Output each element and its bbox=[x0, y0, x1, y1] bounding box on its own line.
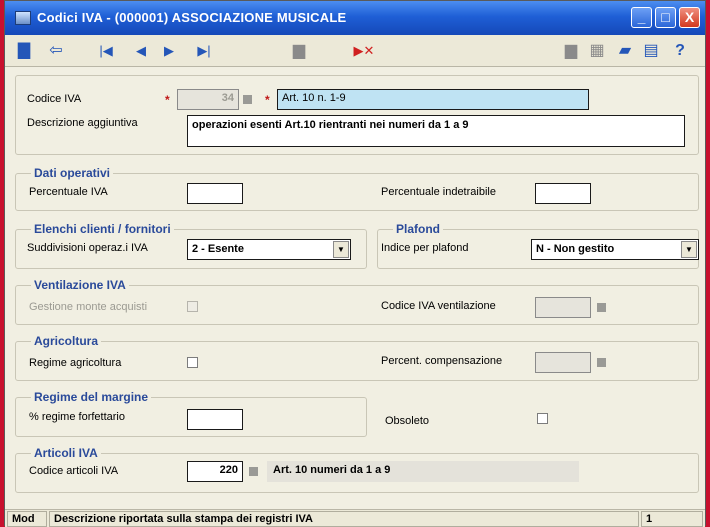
chevron-down-icon[interactable]: ▼ bbox=[333, 241, 349, 258]
app-icon bbox=[15, 11, 31, 25]
gestione-monte-acquisti-checkbox[interactable] bbox=[187, 301, 198, 312]
back-icon[interactable]: ⇦ bbox=[45, 42, 67, 60]
window-title: Codici IVA - (000001) ASSOCIAZIONE MUSIC… bbox=[37, 10, 347, 25]
obsoleto-label: Obsoleto bbox=[385, 415, 430, 427]
codice-iva-description-field[interactable]: Art. 10 n. 1-9 bbox=[277, 89, 589, 110]
dati-operativi-group bbox=[15, 173, 699, 211]
status-page: 1 bbox=[641, 511, 703, 527]
codice-iva-label: Codice IVA bbox=[27, 93, 82, 105]
save-icon[interactable]: ▇ bbox=[13, 42, 35, 60]
percentuale-indetraibile-field[interactable] bbox=[535, 183, 591, 204]
export-icon[interactable]: ▤ bbox=[641, 42, 661, 60]
descrizione-label: Descrizione aggiuntiva bbox=[27, 117, 138, 129]
lookup-icon[interactable] bbox=[597, 358, 606, 367]
plafond-title: Plafond bbox=[393, 222, 443, 236]
agricoltura-title: Agricoltura bbox=[31, 334, 102, 348]
delete-filter-icon[interactable]: ▶✕ bbox=[351, 42, 377, 60]
codice-iva-ventilazione-label: Codice IVA ventilazione bbox=[381, 300, 496, 312]
cabinet-icon[interactable]: ▆ bbox=[561, 42, 581, 60]
ventilazione-title: Ventilazione IVA bbox=[31, 278, 129, 292]
articoli-title: Articoli IVA bbox=[31, 446, 101, 460]
codice-articoli-description: Art. 10 numeri da 1 a 9 bbox=[267, 461, 579, 482]
indice-plafond-value: N - Non gestito bbox=[536, 243, 615, 255]
binoculars-icon[interactable]: ▆ bbox=[287, 42, 311, 60]
status-mode: Mod bbox=[7, 511, 47, 527]
codice-articoli-label: Codice articoli IVA bbox=[29, 465, 119, 477]
prev-record-icon[interactable]: ◀ bbox=[131, 42, 151, 60]
indice-plafond-select[interactable]: N - Non gestito ▼ bbox=[531, 239, 699, 260]
help-icon[interactable]: ? bbox=[669, 42, 691, 60]
regime-forfettario-label: % regime forfettario bbox=[29, 411, 125, 423]
chevron-down-icon[interactable]: ▼ bbox=[681, 241, 697, 258]
lookup-icon[interactable] bbox=[249, 467, 258, 476]
suddivisioni-select[interactable]: 2 - Esente ▼ bbox=[187, 239, 351, 260]
next-record-icon[interactable]: ▶ bbox=[159, 42, 179, 60]
descrizione-field[interactable]: operazioni esenti Art.10 rientranti nei … bbox=[187, 115, 685, 147]
regime-margine-title: Regime del margine bbox=[31, 390, 152, 404]
lookup-icon[interactable] bbox=[597, 303, 606, 312]
codice-iva-ventilazione-field[interactable] bbox=[535, 297, 591, 318]
status-message: Descrizione riportata sulla stampa dei r… bbox=[49, 511, 639, 527]
regime-agricoltura-label: Regime agricoltura bbox=[29, 357, 122, 369]
close-button[interactable]: X bbox=[679, 7, 700, 28]
percentuale-iva-field[interactable] bbox=[187, 183, 243, 204]
suddivisioni-value: 2 - Esente bbox=[192, 243, 244, 255]
form-area: Codice IVA * 34 * Art. 10 n. 1-9 Descriz… bbox=[15, 75, 699, 507]
obsoleto-checkbox[interactable] bbox=[537, 413, 548, 424]
codice-articoli-field[interactable]: 220 bbox=[187, 461, 243, 482]
print-icon[interactable]: ▰ bbox=[615, 42, 635, 60]
status-bar: Mod Descrizione riportata sulla stampa d… bbox=[5, 509, 705, 527]
indice-plafond-label: Indice per plafond bbox=[381, 242, 469, 254]
last-record-icon[interactable]: ▶| bbox=[191, 42, 217, 60]
codice-iva-field[interactable]: 34 bbox=[177, 89, 239, 110]
maximize-button[interactable]: □ bbox=[655, 7, 676, 28]
percent-compensazione-label: Percent. compensazione bbox=[381, 355, 503, 367]
required-mark: * bbox=[165, 93, 170, 107]
gestione-monte-acquisti-label: Gestione monte acquisti bbox=[29, 301, 148, 313]
regime-agricoltura-checkbox[interactable] bbox=[187, 357, 198, 368]
calculator-icon[interactable]: ▦ bbox=[587, 42, 607, 60]
toolbar: ▇ ⇦ |◀ ◀ ▶ ▶| ▆ ▶✕ ▆ ▦ ▰ ▤ ? bbox=[5, 35, 705, 67]
first-record-icon[interactable]: |◀ bbox=[93, 42, 119, 60]
lookup-icon[interactable] bbox=[243, 95, 252, 104]
minimize-button[interactable]: _ bbox=[631, 7, 652, 28]
elenchi-title: Elenchi clienti / fornitori bbox=[31, 222, 174, 236]
title-bar: Codici IVA - (000001) ASSOCIAZIONE MUSIC… bbox=[5, 1, 705, 35]
percentuale-indetraibile-label: Percentuale indetraibile bbox=[381, 186, 496, 198]
dati-operativi-title: Dati operativi bbox=[31, 166, 114, 180]
codici-iva-window: Codici IVA - (000001) ASSOCIAZIONE MUSIC… bbox=[4, 0, 706, 527]
percentuale-iva-label: Percentuale IVA bbox=[29, 186, 108, 198]
percent-compensazione-field[interactable] bbox=[535, 352, 591, 373]
regime-forfettario-field[interactable] bbox=[187, 409, 243, 430]
required-mark: * bbox=[265, 93, 270, 107]
suddivisioni-label: Suddivisioni operaz.i IVA bbox=[27, 242, 148, 254]
